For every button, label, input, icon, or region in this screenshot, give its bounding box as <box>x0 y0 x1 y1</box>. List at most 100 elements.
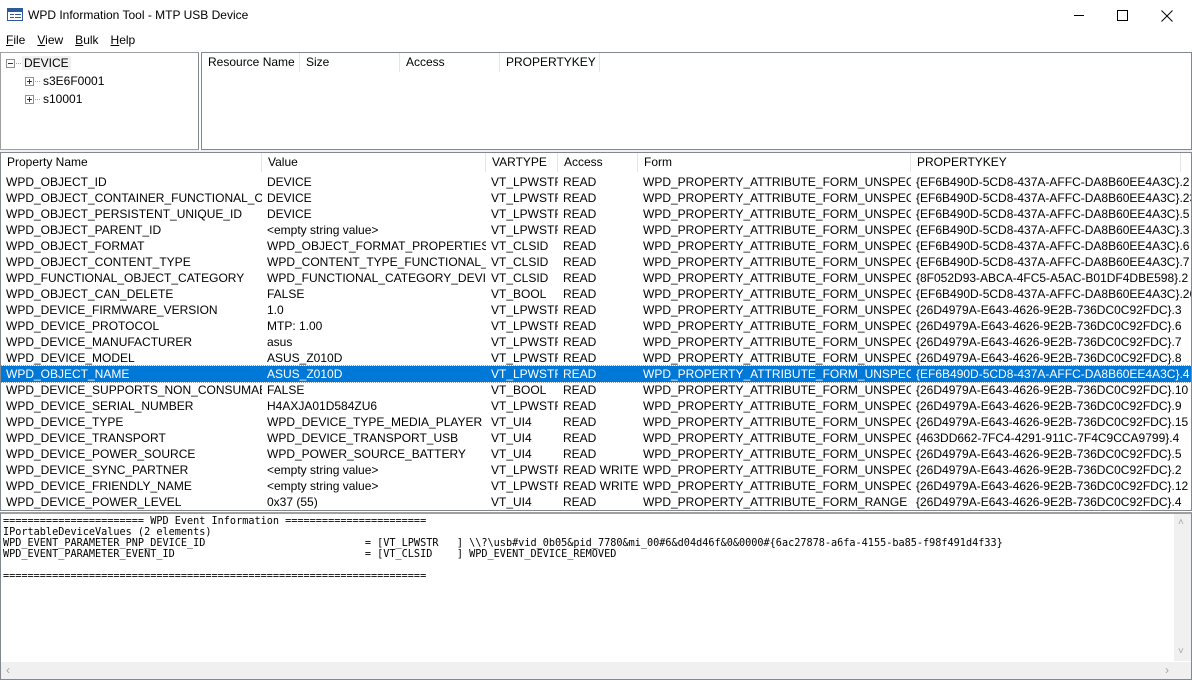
value-cell: WPD_CONTENT_TYPE_FUNCTIONAL_... <box>267 255 486 269</box>
form-cell: WPD_PROPERTY_ATTRIBUTE_FORM_UNSPECIFIED <box>643 415 911 429</box>
vertical-scrollbar[interactable]: ˄ ˅ <box>1174 514 1191 661</box>
column-header-property-name[interactable]: Property Name <box>1 153 262 172</box>
scroll-up-icon[interactable]: ˄ <box>1178 518 1184 528</box>
form-cell: WPD_PROPERTY_ATTRIBUTE_FORM_UNSPECIFIED <box>643 463 911 477</box>
column-header-access[interactable]: Access <box>400 53 500 72</box>
table-row[interactable]: WPD_OBJECT_NAME ASUS_Z010D VT_LPWSTR READ WP… <box>1 365 1191 383</box>
form-cell: WPD_PROPERTY_ATTRIBUTE_FORM_UNSPECIFIED <box>643 271 911 285</box>
vartype-cell: VT_CLSID <box>491 271 549 285</box>
horizontal-scrollbar[interactable]: ‹ › <box>1 662 1174 679</box>
menu-bulk[interactable]: Bulk <box>69 31 104 51</box>
close-icon <box>1161 9 1173 22</box>
property-name-cell: WPD_OBJECT_NAME <box>6 367 130 381</box>
table-row[interactable]: WPD_OBJECT_FORMAT WPD_OBJECT_FORMAT_PROPE… <box>1 238 1191 254</box>
table-row[interactable]: WPD_DEVICE_MODEL ASUS_Z010D VT_LPWSTR READ W… <box>1 350 1191 366</box>
column-header-propertykey[interactable]: PROPERTYKEY <box>500 53 600 72</box>
table-row[interactable]: WPD_OBJECT_CONTENT_TYPE WPD_CONTENT_TYPE_… <box>1 254 1191 270</box>
property-list[interactable]: Property Name Value VARTYPE Access Form … <box>0 152 1192 511</box>
column-header-size[interactable]: Size <box>300 53 400 72</box>
maximize-button[interactable] <box>1099 0 1145 31</box>
event-log[interactable]: ======================= WPD Event Inform… <box>0 512 1192 680</box>
column-header-value[interactable]: Value <box>262 153 486 172</box>
table-row[interactable]: WPD_OBJECT_ID DEVICE VT_LPWSTR READ WPD_PROP… <box>1 174 1191 190</box>
access-cell: READ <box>563 175 597 189</box>
vartype-cell: VT_BOOL <box>491 287 547 301</box>
access-cell: READ <box>563 495 597 509</box>
vartype-cell: VT_LPWSTR <box>491 319 558 333</box>
collapse-icon[interactable] <box>6 58 15 68</box>
table-row[interactable]: WPD_DEVICE_POWER_SOURCE WPD_POWER_SOURCE_… <box>1 446 1191 462</box>
form-cell: WPD_PROPERTY_ATTRIBUTE_FORM_UNSPECIFIED <box>643 383 911 397</box>
form-cell: WPD_PROPERTY_ATTRIBUTE_FORM_UNSPECIFIED <box>643 191 911 205</box>
resize-grip[interactable] <box>1174 662 1191 679</box>
propertykey-cell: {8F052D93-ABCA-4FC5-A5AC-B01DF4DBE598}.2 <box>916 271 1189 285</box>
column-header-access[interactable]: Access <box>558 153 638 172</box>
table-row[interactable]: WPD_DEVICE_POWER_LEVEL 0x37 (55) VT_UI4 REA… <box>1 494 1191 510</box>
vartype-cell: VT_LPWSTR <box>491 335 558 349</box>
column-header-resource-name[interactable]: Resource Name <box>202 53 300 72</box>
table-row[interactable]: WPD_DEVICE_PROTOCOL MTP: 1.00 VT_LPWSTR REA… <box>1 318 1191 334</box>
column-header-form[interactable]: Form <box>638 153 911 172</box>
value-cell: MTP: 1.00 <box>267 319 323 333</box>
tree-item-root[interactable]: DEVICE <box>6 54 71 72</box>
table-row[interactable]: WPD_DEVICE_SERIAL_NUMBER H4AXJA01D584ZU6 V… <box>1 398 1191 414</box>
menu-file[interactable]: File <box>0 31 31 51</box>
propertykey-cell: {EF6B490D-5CD8-437A-AFFC-DA8B60EE4A3C}.6 <box>916 239 1190 253</box>
value-cell: <empty string value> <box>267 223 379 237</box>
table-row[interactable]: WPD_OBJECT_CONTAINER_FUNCTIONAL_OBJ... DE… <box>1 190 1191 206</box>
table-row[interactable]: WPD_OBJECT_PARENT_ID <empty string value>… <box>1 222 1191 238</box>
table-row[interactable]: WPD_OBJECT_CAN_DELETE FALSE VT_BOOL READ WPD… <box>1 286 1191 302</box>
form-cell: WPD_PROPERTY_ATTRIBUTE_FORM_UNSPECIFIED <box>643 207 911 221</box>
scroll-right-icon[interactable]: › <box>1165 664 1169 676</box>
column-header-vartype[interactable]: VARTYPE <box>486 153 558 172</box>
property-list-header: Property Name Value VARTYPE Access Form … <box>1 153 1191 172</box>
propertykey-cell: {26D4979A-E643-4626-9E2B-736DC0C92FDC}.1… <box>916 415 1189 429</box>
property-name-cell: WPD_OBJECT_CONTAINER_FUNCTIONAL_OBJ... <box>6 191 262 205</box>
table-row[interactable]: WPD_DEVICE_SUPPORTS_NON_CONSUMABLE FALSE V… <box>1 382 1191 398</box>
value-cell: H4AXJA01D584ZU6 <box>267 399 378 413</box>
tree-item-child[interactable]: s10001 <box>25 90 84 108</box>
event-log-line: WPD_EVENT_PARAMETER_EVENT_ID = [VT_CLSID… <box>3 549 617 560</box>
table-row[interactable]: WPD_DEVICE_TRANSPORT WPD_DEVICE_TRANSPORT… <box>1 430 1191 446</box>
device-tree[interactable]: DEVICE s3E6F0001 s10001 <box>0 52 199 150</box>
property-name-cell: WPD_OBJECT_PERSISTENT_UNIQUE_ID <box>6 207 243 221</box>
property-name-cell: WPD_FUNCTIONAL_OBJECT_CATEGORY <box>6 271 245 285</box>
table-row[interactable]: WPD_DEVICE_FRIENDLY_NAME <empty string va… <box>1 478 1191 494</box>
vartype-cell: VT_LPWSTR <box>491 223 558 237</box>
table-row[interactable]: WPD_DEVICE_FIRMWARE_VERSION 1.0 VT_LPWSTR R… <box>1 302 1191 318</box>
access-cell: READ <box>563 319 597 333</box>
scroll-left-icon[interactable]: ‹ <box>6 664 10 676</box>
propertykey-cell: {26D4979A-E643-4626-9E2B-736DC0C92FDC}.1… <box>916 479 1189 493</box>
form-cell: WPD_PROPERTY_ATTRIBUTE_FORM_UNSPECIFIED <box>643 255 911 269</box>
table-row[interactable]: WPD_DEVICE_SYNC_PARTNER <empty string val… <box>1 462 1191 478</box>
expand-icon[interactable] <box>25 94 34 104</box>
form-cell: WPD_PROPERTY_ATTRIBUTE_FORM_UNSPECIFIED <box>643 175 911 189</box>
access-cell: READ <box>563 223 597 237</box>
vartype-cell: VT_LPWSTR <box>491 175 558 189</box>
access-cell: READ <box>563 447 597 461</box>
expand-icon[interactable] <box>25 76 34 86</box>
table-row[interactable]: WPD_FUNCTIONAL_OBJECT_CATEGORY WPD_FUNCTI… <box>1 270 1191 286</box>
resource-list-header: Resource Name Size Access PROPERTYKEY <box>202 53 1191 72</box>
table-row[interactable]: WPD_DEVICE_TYPE WPD_DEVICE_TYPE_MEDIA_PLA… <box>1 414 1191 430</box>
scroll-down-icon[interactable]: ˅ <box>1178 647 1184 657</box>
form-cell: WPD_PROPERTY_ATTRIBUTE_FORM_UNSPECIFIED <box>643 223 911 237</box>
form-cell: WPD_PROPERTY_ATTRIBUTE_FORM_UNSPECIFIED <box>643 367 911 381</box>
propertykey-cell: {26D4979A-E643-4626-9E2B-736DC0C92FDC}.2 <box>916 463 1182 477</box>
column-header-propertykey[interactable]: PROPERTYKEY <box>911 153 1181 172</box>
tree-item-child[interactable]: s3E6F0001 <box>25 72 106 90</box>
menu-help[interactable]: Help <box>105 31 142 51</box>
resource-list[interactable]: Resource Name Size Access PROPERTYKEY <box>201 52 1192 150</box>
access-cell: READ <box>563 303 597 317</box>
value-cell: ASUS_Z010D <box>267 367 343 381</box>
property-name-cell: WPD_DEVICE_POWER_LEVEL <box>6 495 182 509</box>
close-button[interactable] <box>1144 0 1190 31</box>
table-row[interactable]: WPD_OBJECT_PERSISTENT_UNIQUE_ID DEVICE VT_… <box>1 206 1191 222</box>
menu-view[interactable]: View <box>31 31 69 51</box>
vartype-cell: VT_LPWSTR <box>491 303 558 317</box>
property-name-cell: WPD_OBJECT_ID <box>6 175 107 189</box>
table-row[interactable]: WPD_DEVICE_MANUFACTURER asus VT_LPWSTR READ… <box>1 334 1191 350</box>
minimize-button[interactable] <box>1056 0 1102 31</box>
value-cell: WPD_FUNCTIONAL_CATEGORY_DEVICE <box>267 271 486 285</box>
propertykey-cell: {EF6B490D-5CD8-437A-AFFC-DA8B60EE4A3C}.2… <box>916 287 1191 301</box>
